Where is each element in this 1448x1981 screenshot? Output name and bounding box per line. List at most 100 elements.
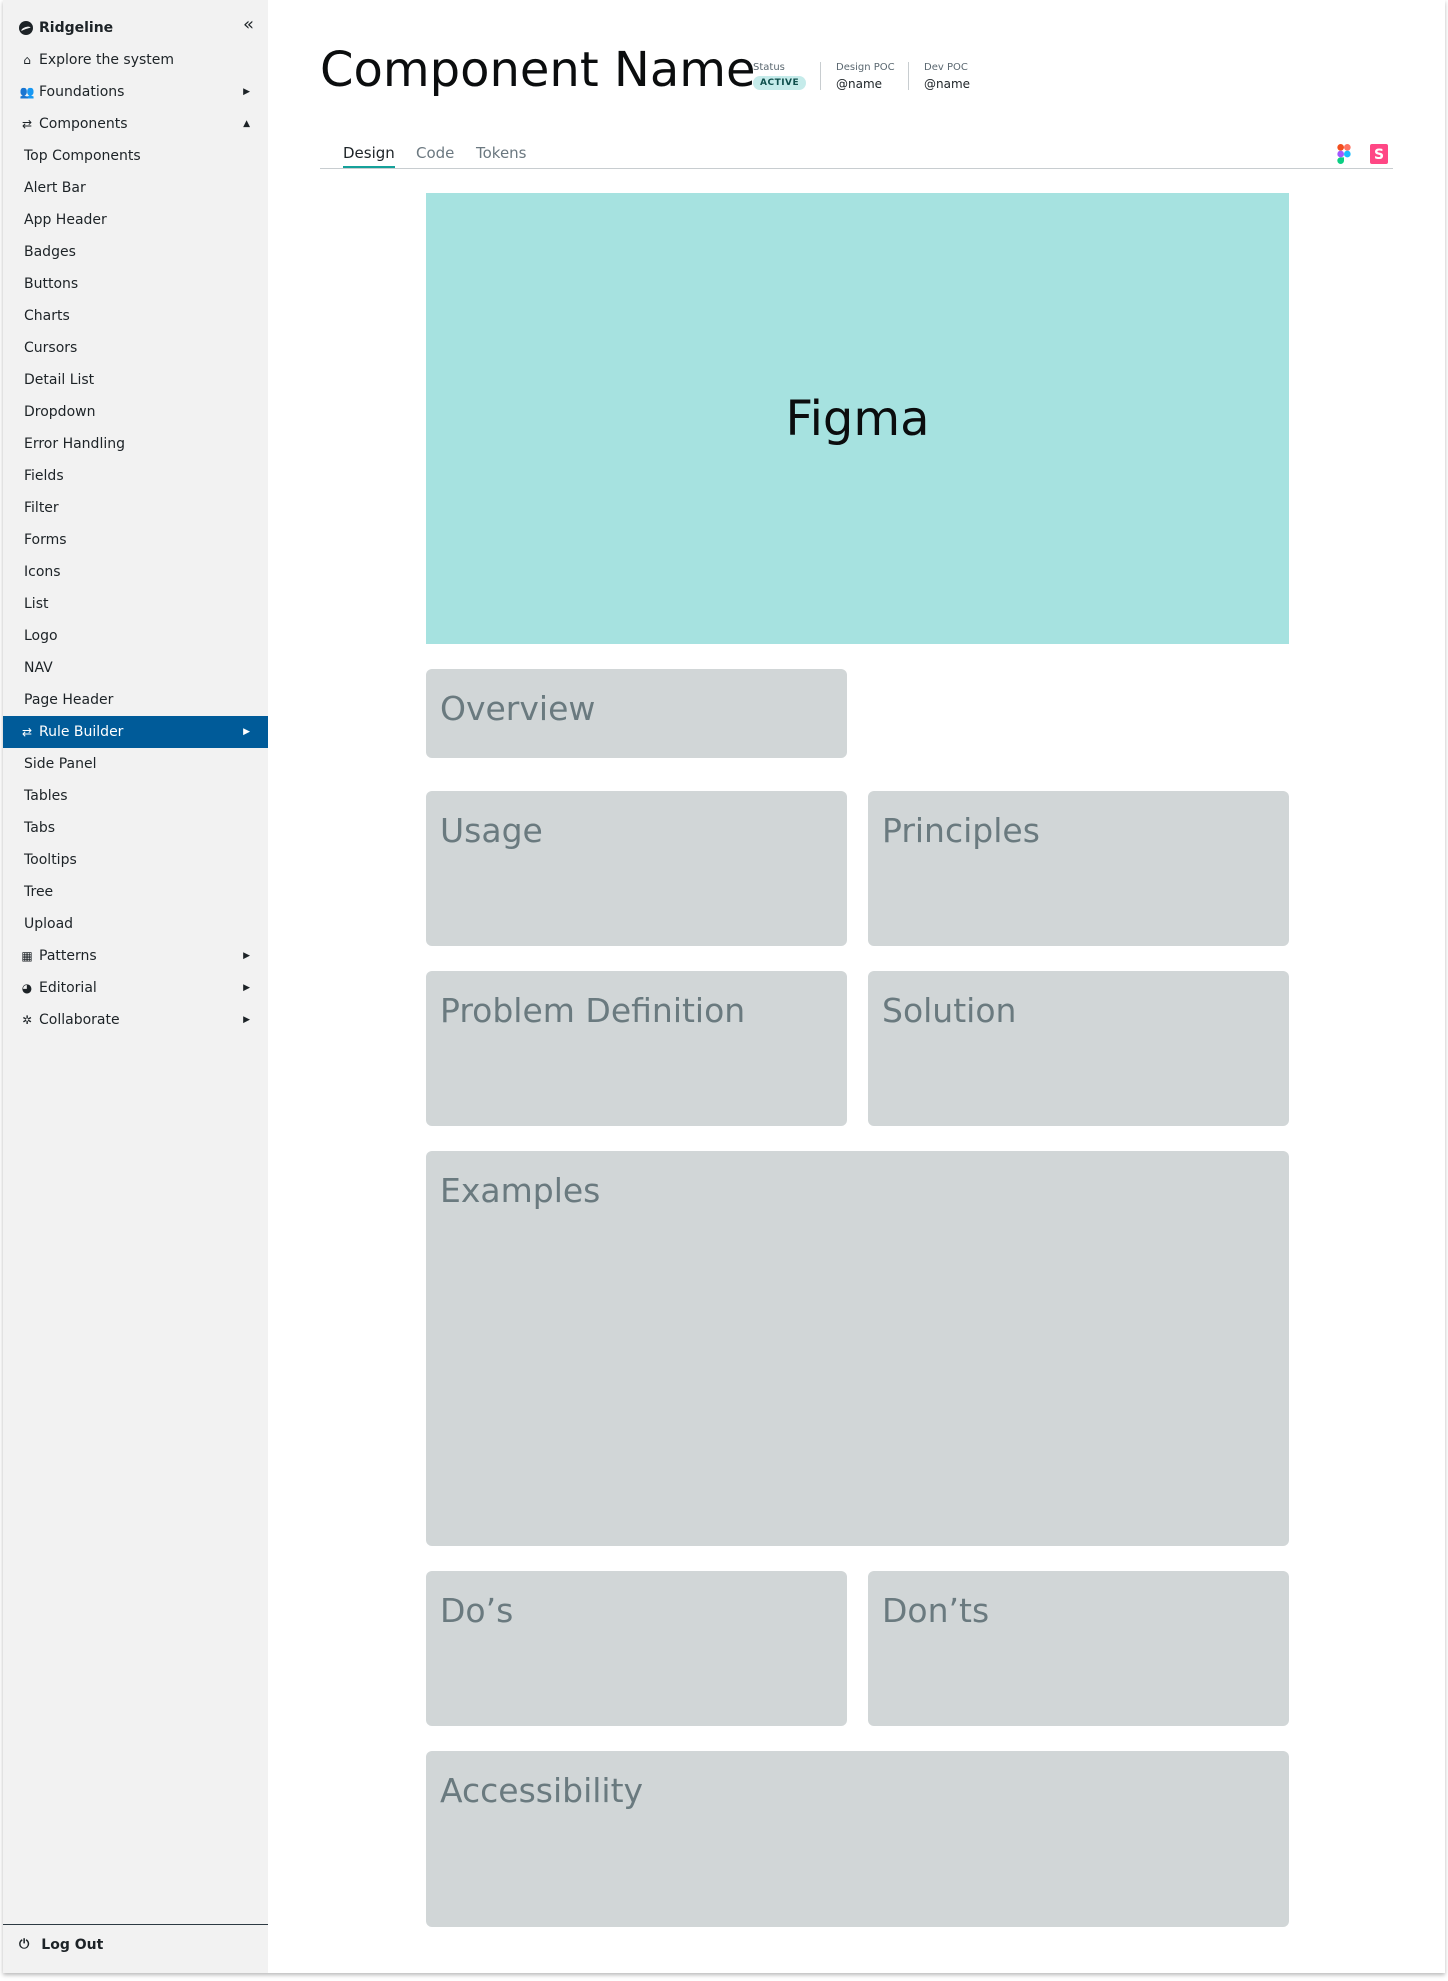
tab-code[interactable]: Code: [416, 144, 454, 168]
status-badge: ACTIVE: [753, 76, 807, 90]
sidebar-item-nav[interactable]: NAV: [3, 652, 268, 684]
users-icon: 👥: [19, 85, 35, 99]
pie-chart-icon: ◕: [21, 981, 33, 995]
calculator-icon: ▦: [21, 949, 33, 963]
sidebar-item-dropdown[interactable]: Dropdown: [3, 396, 268, 428]
sidebar-item-list[interactable]: List: [3, 588, 268, 620]
tab-design[interactable]: Design: [343, 144, 395, 168]
sidebar-item-label: Upload: [24, 916, 74, 932]
page-title: Component Name: [320, 42, 756, 98]
figma-embed[interactable]: Figma: [426, 193, 1289, 644]
sidebar-item-label: Collaborate: [39, 1012, 120, 1028]
sidebar-item-label: List: [24, 596, 49, 612]
sidebar-item-forms[interactable]: Forms: [3, 524, 268, 556]
sidebar-item-foundations[interactable]: 👥 Foundations ▶: [3, 76, 268, 108]
sidebar-item-label: Forms: [24, 532, 67, 548]
examples-section: Examples: [426, 1151, 1289, 1546]
sidebar-item-label: Logo: [24, 628, 58, 644]
sidebar-item-cursors[interactable]: Cursors: [3, 332, 268, 364]
sidebar-item-label: Charts: [24, 308, 70, 324]
sidebar-item-label: App Header: [24, 212, 107, 228]
sidebar-item-label: NAV: [24, 660, 53, 676]
sidebar: Ridgeline « ⌂ Explore the system 👥 Foundati…: [3, 0, 268, 1973]
ridgeline-logo-icon: [19, 21, 33, 35]
sidebar-item-charts[interactable]: Charts: [3, 300, 268, 332]
sidebar-item-label: Cursors: [24, 340, 78, 356]
sidebar-item-icons[interactable]: Icons: [3, 556, 268, 588]
sidebar-item-label: Side Panel: [24, 756, 97, 772]
caret-right-icon[interactable]: ▶: [243, 983, 250, 993]
sidebar-item-label: Error Handling: [24, 436, 125, 452]
section-heading: Usage: [440, 811, 543, 850]
sidebar-item-upload[interactable]: Upload: [3, 908, 268, 940]
sidebar-item-label: Rule Builder: [39, 724, 124, 740]
sidebar-item-detail-list[interactable]: Detail List: [3, 364, 268, 396]
sidebar-item-label: Foundations: [39, 84, 125, 100]
accessibility-section: Accessibility: [426, 1751, 1289, 1927]
section-heading: Accessibility: [440, 1771, 644, 1810]
caret-up-icon[interactable]: ▲: [243, 119, 250, 129]
caret-right-icon[interactable]: ▶: [243, 1015, 250, 1025]
brand-name: Ridgeline: [39, 20, 114, 36]
usage-section: Usage: [426, 791, 847, 946]
sidebar-item-explore-the-system[interactable]: ⌂ Explore the system: [3, 44, 268, 76]
sidebar-item-tooltips[interactable]: Tooltips: [3, 844, 268, 876]
logout-button[interactable]: ⏻ Log Out: [3, 1924, 268, 1964]
section-heading: Principles: [882, 811, 1040, 850]
svg-text:S: S: [1374, 147, 1384, 163]
power-icon: ⏻: [19, 1937, 30, 1952]
sidebar-item-fields[interactable]: Fields: [3, 460, 268, 492]
sidebar-item-label: Filter: [24, 500, 59, 516]
sidebar-item-label: Tooltips: [24, 852, 77, 868]
sidebar-item-label: Tabs: [24, 820, 55, 836]
sidebar-item-side-panel[interactable]: Side Panel: [3, 748, 268, 780]
section-heading: Do’s: [440, 1591, 514, 1630]
sidebar-item-error-handling[interactable]: Error Handling: [3, 428, 268, 460]
sidebar-item-label: Explore the system: [39, 52, 175, 68]
solution-section: Solution: [868, 971, 1289, 1126]
sidebar-item-patterns[interactable]: ▦ Patterns ▶: [3, 940, 268, 972]
swap-icon: ⇄: [21, 725, 33, 739]
section-heading: Examples: [440, 1171, 601, 1210]
brand[interactable]: Ridgeline: [3, 12, 268, 44]
sidebar-item-alert-bar[interactable]: Alert Bar: [3, 172, 268, 204]
sidebar-item-label: Badges: [24, 244, 76, 260]
logout-label: Log Out: [41, 1936, 104, 1953]
sidebar-item-badges[interactable]: Badges: [3, 236, 268, 268]
storybook-icon[interactable]: S: [1370, 144, 1388, 164]
sidebar-item-editorial[interactable]: ◕ Editorial ▶: [3, 972, 268, 1004]
section-heading: Problem Definition: [440, 991, 746, 1030]
sidebar-item-label: Detail List: [24, 372, 95, 388]
dev-poc-meta: Dev POC @name: [924, 62, 970, 91]
sidebar-item-rule-builder[interactable]: ⇄ Rule Builder ▶: [3, 716, 268, 748]
sidebar-item-buttons[interactable]: Buttons: [3, 268, 268, 300]
caret-right-icon[interactable]: ▶: [243, 727, 250, 737]
sidebar-item-tree[interactable]: Tree: [3, 876, 268, 908]
tab-tokens[interactable]: Tokens: [476, 144, 527, 168]
swap-icon: ⇄: [21, 117, 33, 131]
section-heading: Don’ts: [882, 1591, 990, 1630]
home-icon: ⌂: [23, 53, 31, 67]
design-poc-value[interactable]: @name: [836, 77, 895, 91]
sidebar-item-tabs[interactable]: Tabs: [3, 812, 268, 844]
meta-divider: [908, 62, 909, 90]
status-meta: Status ACTIVE: [753, 62, 807, 90]
caret-right-icon[interactable]: ▶: [243, 87, 250, 97]
sidebar-item-label: Icons: [24, 564, 61, 580]
sidebar-item-components[interactable]: ⇄ Components ▲: [3, 108, 268, 140]
sidebar-item-tables[interactable]: Tables: [3, 780, 268, 812]
gear-icon: ✲: [21, 1013, 33, 1027]
sidebar-item-label: Alert Bar: [24, 180, 86, 196]
figma-icon[interactable]: [1335, 144, 1353, 164]
sidebar-item-page-header[interactable]: Page Header: [3, 684, 268, 716]
sidebar-item-logo[interactable]: Logo: [3, 620, 268, 652]
sidebar-item-filter[interactable]: Filter: [3, 492, 268, 524]
app-window: Ridgeline « ⌂ Explore the system 👥 Foundati…: [3, 0, 1445, 1973]
collapse-sidebar-icon[interactable]: «: [243, 16, 254, 34]
dev-poc-value[interactable]: @name: [924, 77, 970, 91]
sidebar-item-top-components[interactable]: Top Components: [3, 140, 268, 172]
sidebar-item-collaborate[interactable]: ✲ Collaborate ▶: [3, 1004, 268, 1036]
caret-right-icon[interactable]: ▶: [243, 951, 250, 961]
sidebar-item-app-header[interactable]: App Header: [3, 204, 268, 236]
dos-section: Do’s: [426, 1571, 847, 1726]
